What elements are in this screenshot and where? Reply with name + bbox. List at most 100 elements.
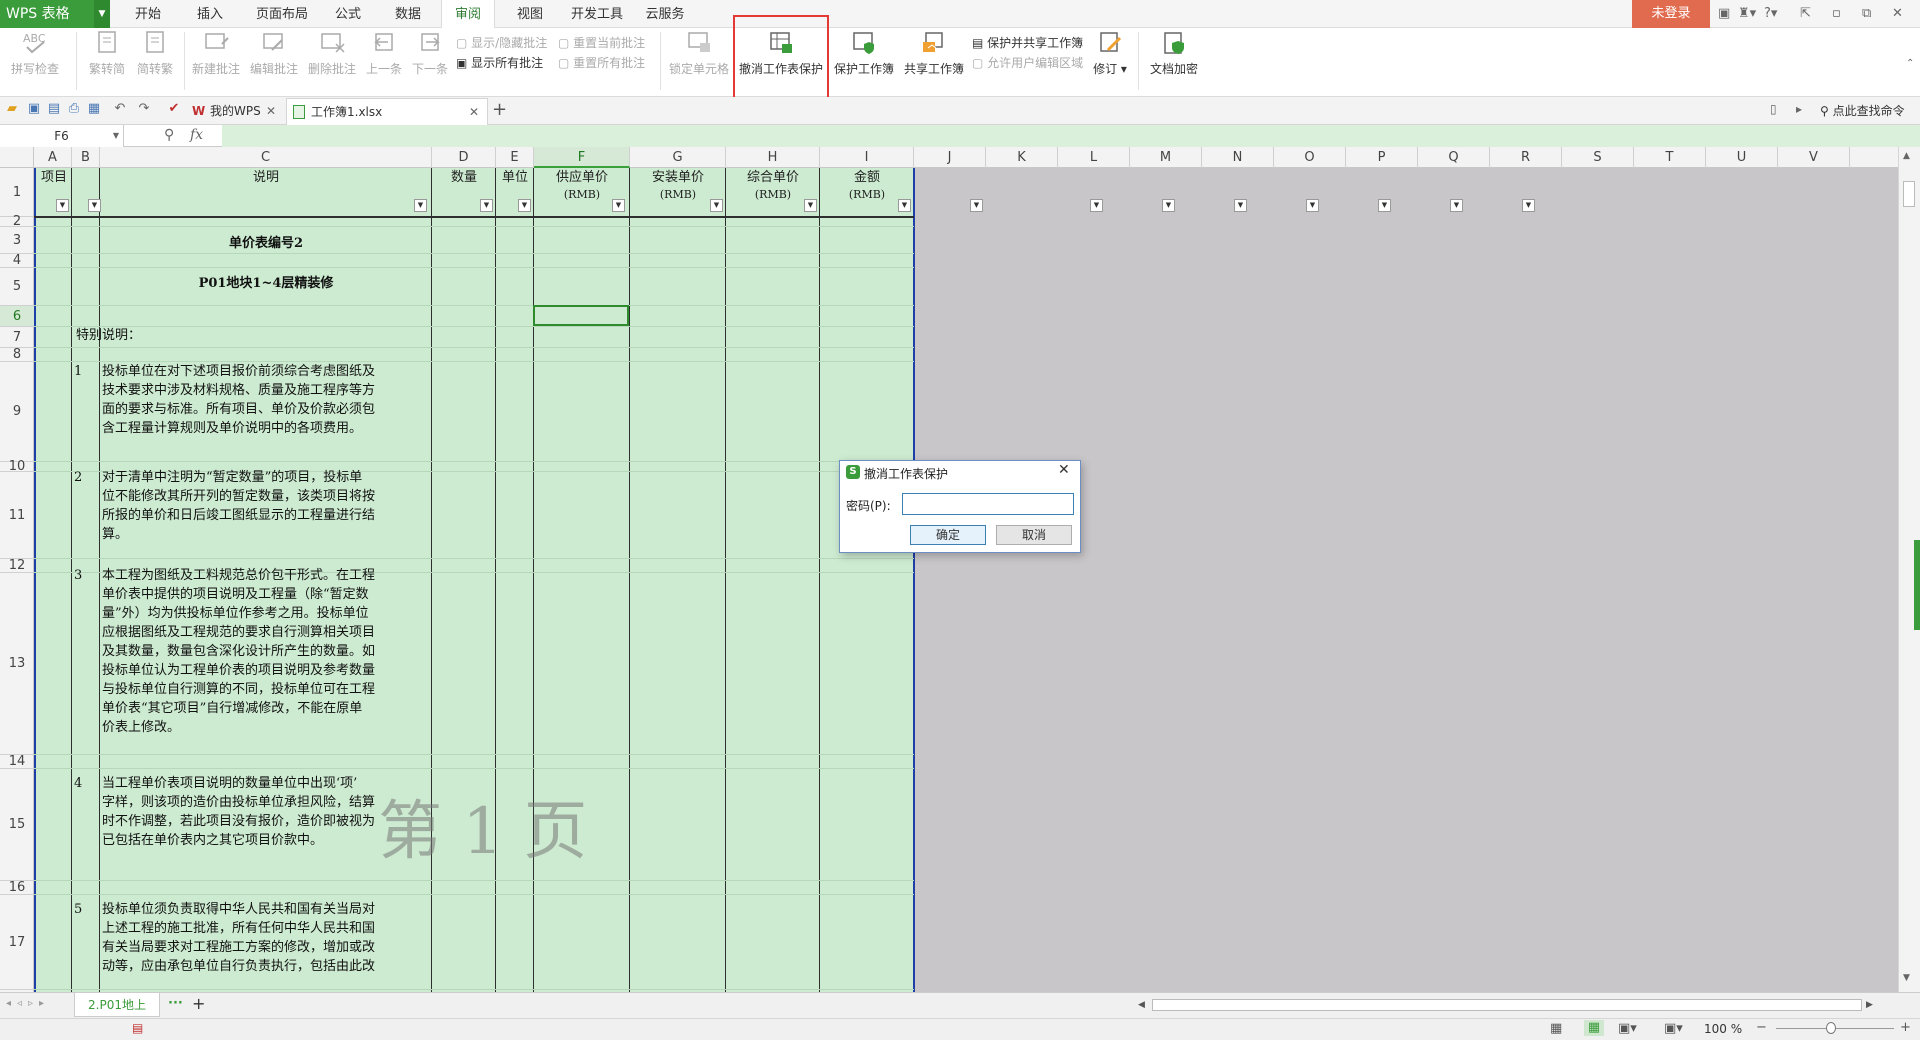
show-hide-comment-button[interactable]: ▢ 显示/隐藏批注 (456, 33, 547, 53)
shirt-icon[interactable]: ♜▾ (1738, 0, 1756, 28)
filter-dropdown-icon[interactable]: ▼ (1234, 199, 1247, 212)
filter-dropdown-icon[interactable]: ▼ (1090, 199, 1103, 212)
login-button[interactable]: 未登录 (1632, 0, 1710, 28)
row-header-8[interactable]: 8 (0, 347, 34, 362)
minimize-window-icon[interactable]: ▫ (1832, 0, 1841, 28)
tab-review[interactable]: 审阅 (441, 0, 495, 29)
password-input[interactable] (902, 493, 1074, 515)
lock-cell-button[interactable]: 锁定单元格 (666, 30, 732, 77)
encrypt-doc-button[interactable]: 文档加密 (1144, 30, 1204, 77)
sheet-nav-arrows-icon[interactable]: ◂◃▹▸ (6, 998, 50, 1009)
sheet-tab-active[interactable]: 2.P01地上 (74, 993, 160, 1017)
maximize-window-icon[interactable]: ⧉ (1862, 0, 1871, 28)
column-header-g[interactable]: G (630, 147, 726, 168)
row-header-13[interactable]: 13 (0, 573, 34, 755)
zoom-search-icon[interactable]: ⚲ (164, 127, 174, 143)
tab-cloud[interactable]: 云服务 (642, 0, 688, 28)
filter-dropdown-icon[interactable]: ▼ (1378, 199, 1391, 212)
new-comment-button[interactable]: 新建批注 (188, 30, 244, 77)
ok-button[interactable]: 确定 (910, 525, 986, 545)
column-header-t[interactable]: T (1634, 147, 1706, 168)
column-header-i[interactable]: I (820, 147, 914, 168)
tab-data[interactable]: 数据 (390, 0, 426, 28)
chevron-down-icon[interactable]: ▼ (113, 125, 119, 147)
cancel-button[interactable]: 取消 (996, 525, 1072, 545)
save-icon[interactable]: ▣ (26, 101, 42, 117)
column-header-e[interactable]: E (496, 147, 534, 168)
row-header-12[interactable]: 12 (0, 558, 34, 573)
new-tab-icon[interactable]: + (492, 99, 507, 120)
reset-all-comments-button[interactable]: ▢ 重置所有批注 (558, 53, 645, 73)
column-header-r[interactable]: R (1490, 147, 1562, 168)
page-break-view-icon[interactable]: ▦ (1584, 1020, 1604, 1036)
doc-icon[interactable]: ▯ (1770, 102, 1777, 116)
filter-dropdown-icon[interactable]: ▼ (710, 199, 723, 212)
filter-dropdown-icon[interactable]: ▼ (1162, 199, 1175, 212)
protect-workbook-button[interactable]: 保护工作簿 (832, 30, 896, 77)
close-icon[interactable]: ✕ (1058, 462, 1070, 478)
close-window-icon[interactable]: ✕ (1892, 0, 1903, 28)
zoom-in-icon[interactable]: + (1900, 1020, 1911, 1035)
column-header-f[interactable]: F (534, 147, 630, 168)
filter-dropdown-icon[interactable]: ▼ (804, 199, 817, 212)
row-header-17[interactable]: 17 (0, 895, 34, 990)
column-header-h[interactable]: H (726, 147, 820, 168)
skin-icon[interactable]: ▣ (1718, 0, 1730, 28)
zoom-out-icon[interactable]: − (1756, 1020, 1767, 1035)
revise-button[interactable]: 修订 ▾ (1090, 30, 1130, 77)
tab-home[interactable]: 开始 (130, 0, 166, 28)
share-workbook-button[interactable]: 共享工作簿 (902, 30, 966, 77)
filter-dropdown-icon[interactable]: ▼ (480, 199, 493, 212)
row-header-6[interactable]: 6 (0, 306, 34, 327)
add-sheet-icon[interactable]: + (192, 994, 205, 1013)
row-header-4[interactable]: 4 (0, 253, 34, 268)
name-box[interactable]: F6 ▼ (0, 125, 124, 147)
print-preview-icon[interactable]: ▦ (86, 101, 102, 117)
column-header-v[interactable]: V (1778, 147, 1850, 168)
tab-insert[interactable]: 插入 (192, 0, 228, 28)
filter-dropdown-icon[interactable]: ▼ (612, 199, 625, 212)
pin-icon[interactable]: ✔ (166, 101, 182, 117)
tab-page-layout[interactable]: 页面布局 (250, 0, 314, 28)
column-header-p[interactable]: P (1346, 147, 1418, 168)
column-header-k[interactable]: K (986, 147, 1058, 168)
filter-dropdown-icon[interactable]: ▼ (1522, 199, 1535, 212)
prev-comment-button[interactable]: 上一条 (362, 30, 406, 77)
reading-mode-icon[interactable]: ▣▾ (1664, 1021, 1683, 1036)
find-command[interactable]: ⚲ 点此查找命令 (1820, 102, 1905, 119)
formula-input[interactable] (222, 125, 1920, 147)
chevron-down-icon[interactable]: ▼ (94, 0, 110, 28)
redo-icon[interactable]: ↷ (136, 101, 152, 117)
filter-dropdown-icon[interactable]: ▼ (56, 199, 69, 212)
column-header-m[interactable]: M (1130, 147, 1202, 168)
column-header-n[interactable]: N (1202, 147, 1274, 168)
column-header-a[interactable]: A (34, 147, 72, 168)
row-header-2[interactable]: 2 (0, 214, 34, 229)
scrollbar-thumb[interactable] (1903, 181, 1915, 207)
column-header-q[interactable]: Q (1418, 147, 1490, 168)
show-all-comments-button[interactable]: ▣ 显示所有批注 (456, 53, 547, 73)
simp-to-trad-button[interactable]: 简转繁 (132, 30, 178, 77)
filter-dropdown-icon[interactable]: ▼ (1306, 199, 1319, 212)
filter-dropdown-icon[interactable]: ▼ (970, 199, 983, 212)
row-header-14[interactable]: 14 (0, 754, 34, 769)
row-header-7[interactable]: 7 (0, 327, 34, 348)
filter-dropdown-icon[interactable]: ▼ (898, 199, 911, 212)
column-header-l[interactable]: L (1058, 147, 1130, 168)
hscroll-left-icon[interactable]: ◀ (1138, 1000, 1145, 1010)
restore-up-icon[interactable]: ⇱ (1800, 0, 1811, 28)
hscroll-right-icon[interactable]: ▶ (1866, 1000, 1873, 1010)
undo-icon[interactable]: ↶ (112, 101, 128, 117)
column-header-b[interactable]: B (72, 147, 100, 168)
row-header-1[interactable]: 1 (0, 168, 34, 217)
filter-dropdown-icon[interactable]: ▼ (414, 199, 427, 212)
column-header-d[interactable]: D (432, 147, 496, 168)
open-folder-icon[interactable]: ▰ (4, 101, 20, 117)
reset-current-comment-button[interactable]: ▢ 重置当前批注 (558, 33, 645, 53)
column-header-c[interactable]: C (100, 147, 432, 168)
column-header-s[interactable]: S (1562, 147, 1634, 168)
macro-icon[interactable]: ▤ (132, 1021, 143, 1035)
row-header-15[interactable]: 15 (0, 769, 34, 881)
spell-check-button[interactable]: ABC 拼写检查 (6, 30, 64, 77)
side-panel-handle[interactable] (1914, 540, 1920, 630)
